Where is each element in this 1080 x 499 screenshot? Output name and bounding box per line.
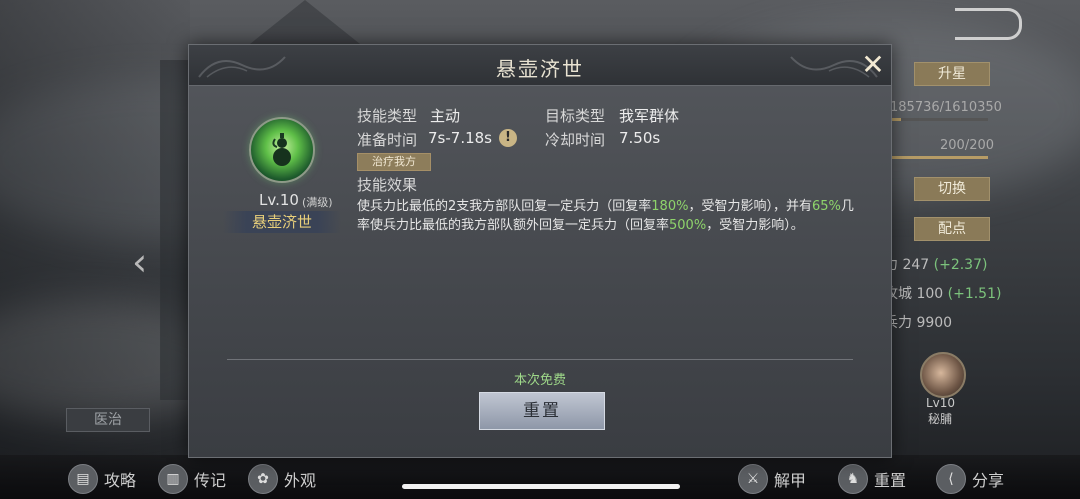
effect-label: 技能效果 — [357, 176, 418, 194]
target-type-value: 我军群体 — [619, 107, 680, 125]
desc-value: 180% — [651, 199, 689, 214]
skill-description: 使兵力比最低的2支我方部队回复一定兵力（回复率180%，受智力影响），并有65%… — [357, 197, 857, 235]
companion-level: Lv10 — [926, 396, 956, 410]
max-level-label: (满级) — [302, 196, 333, 209]
book-icon: ▤ — [68, 464, 98, 494]
bottom-label: 外观 — [284, 471, 317, 490]
costume-icon: ✿ — [248, 464, 278, 494]
heal-tag-badge: 治疗我方 — [357, 153, 431, 171]
stat-row: 力 247 (+2.37) — [884, 254, 987, 274]
guide-button[interactable]: ▤ 攻略 — [68, 464, 136, 494]
points-button[interactable]: 配点 — [914, 217, 990, 241]
energy-text: 200/200 — [940, 138, 995, 153]
bottom-label: 重置 — [874, 471, 907, 490]
bottom-label: 传记 — [194, 471, 227, 490]
armor-icon: ⚔ — [738, 464, 768, 494]
heal-button[interactable]: 医治 — [66, 408, 150, 432]
home-indicator[interactable] — [402, 484, 680, 489]
skill-dialog: 悬壶济世 ✕ Lv.10 (满级) 悬壶济世 技能类型 主动 目标类型 我军群体… — [188, 44, 892, 458]
bottom-label: 攻略 — [104, 471, 137, 490]
stat-bonus: (+1.51) — [947, 286, 1002, 302]
skill-name: 悬壶济世 — [223, 211, 341, 233]
bottom-label: 解甲 — [774, 471, 807, 490]
desc-text: 使兵力比最低的2支我方部队回复一定兵力（回复率 — [357, 199, 652, 214]
free-notice: 本次免费 — [513, 373, 566, 388]
share-icon: ⟨ — [936, 464, 966, 494]
desc-value: 65% — [811, 199, 841, 214]
stat-bonus: (+2.37) — [933, 257, 988, 273]
desc-value: 500% — [669, 218, 707, 233]
gourd-skill-icon — [249, 117, 315, 183]
desc-text: ，受智力影响），并有 — [688, 199, 812, 214]
close-icon[interactable]: ✕ — [859, 51, 887, 79]
gourd-icon — [272, 133, 291, 166]
share-button[interactable]: ⟨ 分享 — [936, 464, 1004, 494]
divider — [227, 359, 853, 360]
skill-level: Lv.10 — [259, 191, 299, 209]
info-icon[interactable]: ! — [499, 129, 517, 147]
cooldown-value: 7.50s — [619, 129, 661, 147]
upgrade-star-button[interactable]: 升星 — [914, 62, 990, 86]
energy-bar — [890, 156, 988, 159]
companion-name: 秘脯 — [928, 412, 953, 426]
stat-row: 攻城 100 (+1.51) — [884, 283, 1001, 303]
skill-type-label: 技能类型 — [357, 107, 418, 125]
dialog-title: 悬壶济世 — [496, 57, 584, 81]
stat-row: 兵力 9900 — [884, 312, 952, 332]
horse-icon: ♞ — [838, 464, 868, 494]
cooldown-label: 冷却时间 — [545, 131, 606, 149]
bottom-label: 分享 — [972, 471, 1005, 490]
dismiss-button[interactable]: ⚔ 解甲 — [738, 464, 806, 494]
scroll-icon: ▥ — [158, 464, 188, 494]
dialog-header: 悬壶济世 ✕ — [189, 45, 891, 86]
reset-bottom-button[interactable]: ♞ 重置 — [838, 464, 906, 494]
prep-time-label: 准备时间 — [357, 131, 418, 149]
biography-button[interactable]: ▥ 传记 — [158, 464, 226, 494]
switch-button[interactable]: 切换 — [914, 177, 990, 201]
skill-type-value: 主动 — [430, 107, 461, 125]
companion-avatar[interactable] — [920, 352, 966, 398]
xp-bar — [890, 118, 988, 121]
prev-arrow-icon[interactable]: ‹ — [132, 243, 147, 281]
desc-text: ，受智力影响）。 — [706, 218, 804, 233]
target-type-label: 目标类型 — [545, 107, 606, 125]
return-icon[interactable] — [955, 8, 1022, 40]
xp-text: 185736/1610350 — [890, 100, 1002, 115]
appearance-button[interactable]: ✿ 外观 — [248, 464, 316, 494]
prep-time-value: 7s-7.18s — [428, 129, 492, 147]
stat-value: 攻城 100 — [884, 286, 944, 302]
stat-value: 兵力 9900 — [884, 315, 953, 331]
reset-button[interactable]: 重置 — [479, 392, 605, 430]
